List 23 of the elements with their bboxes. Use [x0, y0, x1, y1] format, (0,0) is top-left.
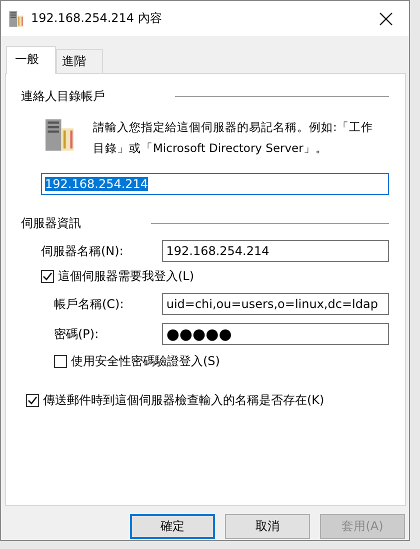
checkbox-label: 這個伺服器需要我登入(L) — [58, 268, 194, 285]
checkbox-label: 傳送郵件時到這個伺服器檢查輸入的名稱是否存在(K) — [43, 392, 324, 409]
dialog-button[interactable]: 取消 — [225, 514, 310, 539]
description-text: 請輸入您指定給這個伺服器的易記名稱。例如:「工作目錄」或「Microsoft Directory Server」。 — [93, 119, 374, 157]
field-label: 密碼(P): — [54, 326, 100, 342]
checkbox[interactable] — [26, 394, 39, 407]
window-title: 192.168.254.214 內容 — [31, 10, 163, 27]
checkbox-label: 使用安全性密碼驗證登入(S) — [71, 353, 220, 370]
checkbox[interactable] — [54, 355, 67, 368]
tab[interactable]: 進階 — [56, 49, 103, 74]
account-name-field[interactable]: uid=chi,ou=users,o=linux,dc=ldap — [162, 293, 389, 315]
field-label: 帳戶名稱(C): — [54, 296, 125, 312]
display-name-field[interactable]: 192.168.254.214 — [41, 173, 389, 195]
server-name-field[interactable]: 192.168.254.214 — [162, 240, 389, 262]
group-heading: 連絡人目錄帳戶 — [21, 88, 105, 105]
dialog-button[interactable]: 確定 — [130, 514, 215, 539]
server-icon — [7, 10, 25, 28]
tab[interactable]: 一般 — [6, 46, 56, 74]
group-heading: 伺服器資訊 — [21, 215, 81, 232]
field-label: 伺服器名稱(N): — [41, 242, 124, 260]
checkbox[interactable] — [41, 270, 54, 283]
close-icon — [379, 12, 393, 26]
password-field[interactable]: ●●●●● — [162, 323, 389, 345]
